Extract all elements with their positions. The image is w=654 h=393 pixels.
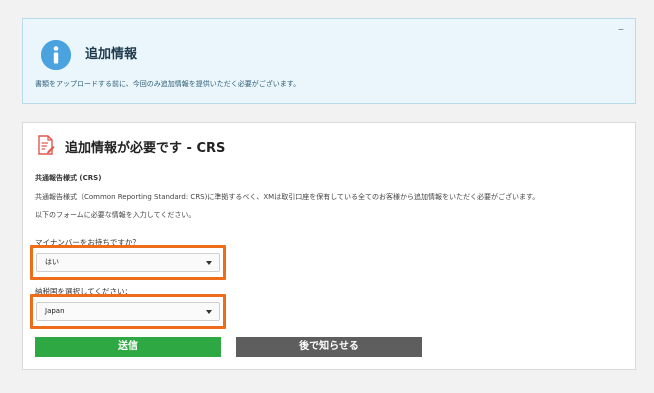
my-number-selected-value: はい xyxy=(45,258,59,266)
my-number-select[interactable]: はい xyxy=(36,253,220,272)
tax-country-select[interactable]: Japan xyxy=(36,302,220,321)
crs-section-label: 共通報告様式 (CRS) xyxy=(35,174,102,182)
crs-description: 共通報告様式（Common Reporting Standard: CRS)に準… xyxy=(35,193,540,201)
crs-panel: 追加情報が必要です - CRS 共通報告様式 (CRS) 共通報告様式（Comm… xyxy=(22,122,636,370)
info-text: 書類をアップロードする前に、今回のみ追加情報を提供いただく必要がございます。 xyxy=(35,80,301,88)
form-instruction: 以下のフォームに必要な情報を入力してください。 xyxy=(35,211,196,219)
info-title: 追加情報 xyxy=(85,47,138,62)
info-panel: – 追加情報 書類をアップロードする前に、今回のみ追加情報を提供いただく必要がご… xyxy=(22,18,636,104)
caret-down-icon xyxy=(206,261,212,265)
notify-later-button[interactable]: 後で知らせる xyxy=(236,337,422,357)
tax-country-selected-value: Japan xyxy=(45,307,65,315)
tax-country-highlight: Japan xyxy=(30,294,226,329)
crs-title: 追加情報が必要です - CRS xyxy=(65,141,226,156)
submit-button[interactable]: 送信 xyxy=(35,337,221,357)
info-circle-icon xyxy=(41,40,71,70)
caret-down-icon xyxy=(206,310,212,314)
page: – 追加情報 書類をアップロードする前に、今回のみ追加情報を提供いただく必要がご… xyxy=(0,0,654,393)
collapse-button[interactable]: – xyxy=(615,23,627,35)
my-number-highlight: はい xyxy=(30,245,226,280)
document-pen-icon xyxy=(37,135,55,155)
